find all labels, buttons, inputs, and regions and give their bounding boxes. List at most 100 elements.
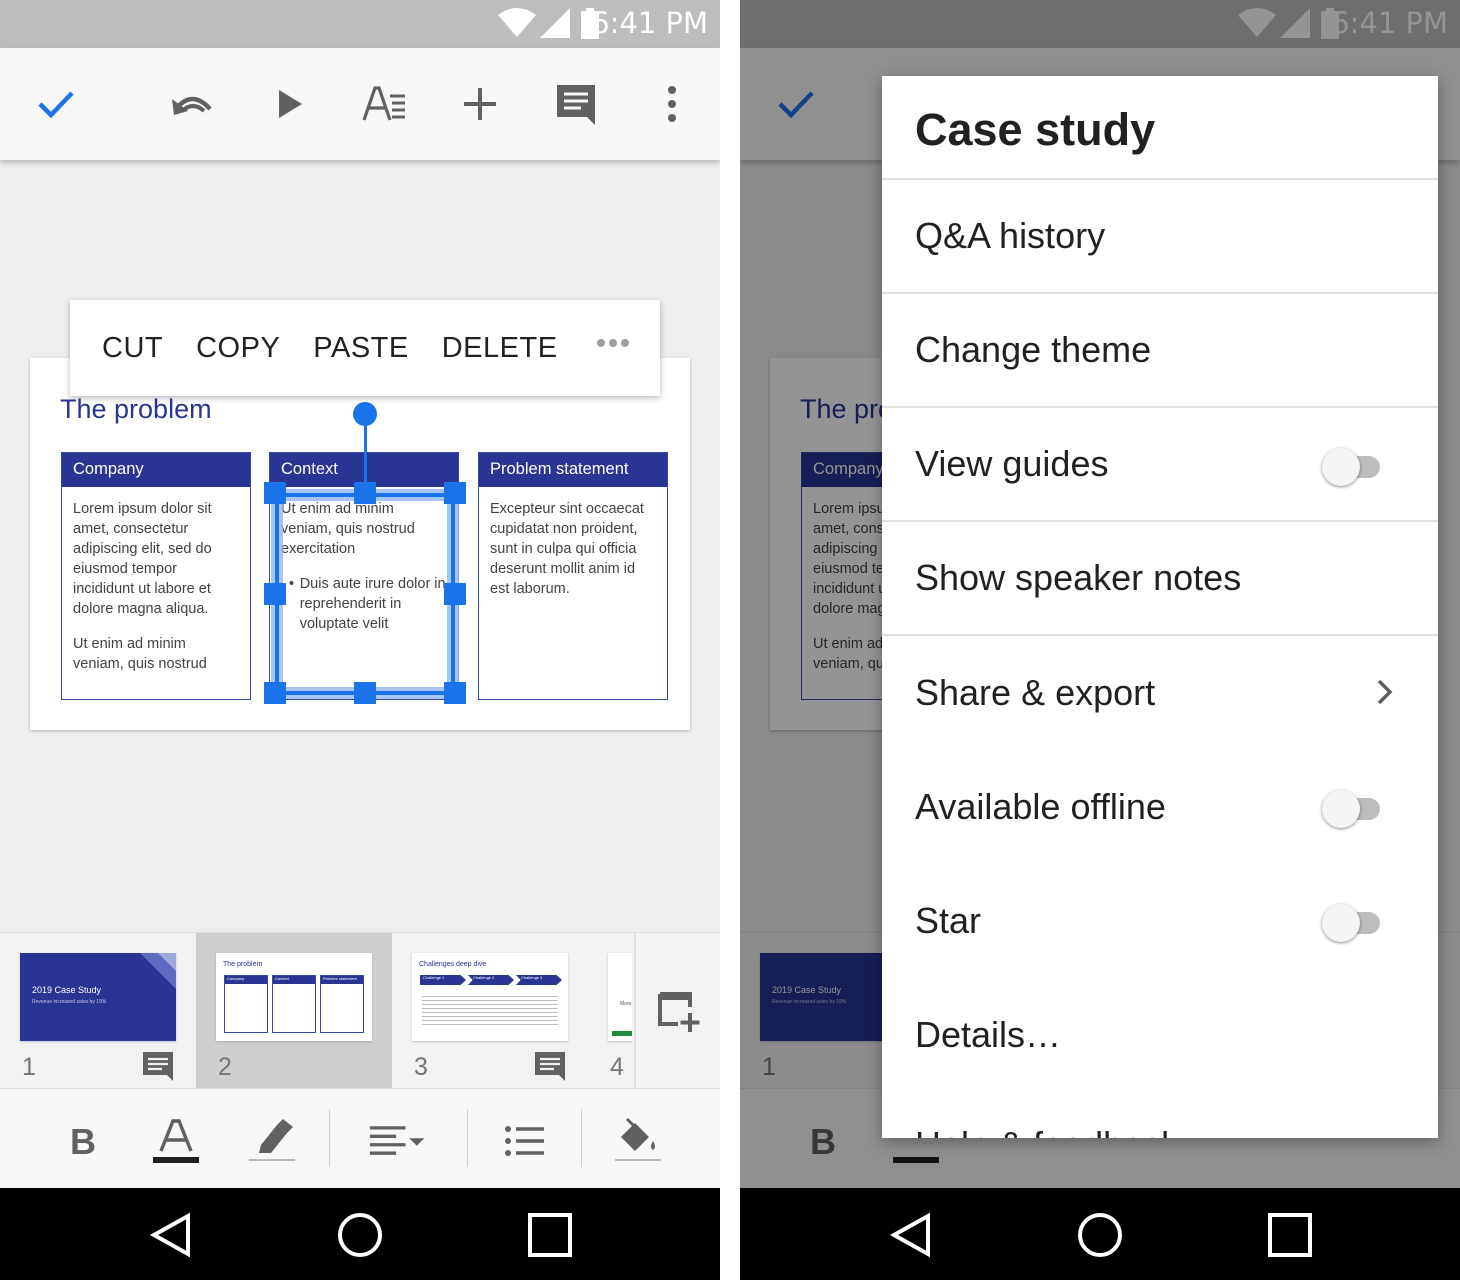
recents-button[interactable] <box>1260 1208 1320 1262</box>
thumbnail-text-lines <box>422 993 558 1027</box>
thumbnail-preview: More <box>608 953 632 1041</box>
menu-item-available-offline[interactable]: Available offline <box>882 750 1438 864</box>
editor-toolbar <box>0 48 720 160</box>
highlighter-icon <box>249 1119 295 1161</box>
slide-thumbnail-4[interactable]: More 4 <box>588 933 632 1089</box>
highlight-color-button[interactable] <box>242 1111 302 1171</box>
more-horizontal-icon[interactable] <box>596 338 630 348</box>
menu-item-qa-history[interactable]: Q&A history <box>882 180 1438 294</box>
overflow-menu-screen: 6:41 PM The problem Company Lorem ipsum … <box>740 0 1460 1280</box>
resize-handle-bottom-right[interactable] <box>444 682 466 704</box>
slide-thumbnail-3[interactable]: Challenges deep dive Challenge 1 Challen… <box>392 933 588 1089</box>
problem-statement-box[interactable]: Problem statement Excepteur sint occaeca… <box>478 452 668 700</box>
more-vertical-icon <box>668 86 676 122</box>
resize-handle-bottom[interactable] <box>354 682 376 704</box>
view-guides-toggle[interactable] <box>1322 448 1384 486</box>
menu-item-label: Q&A history <box>915 215 1106 256</box>
text-format-button[interactable] <box>360 80 408 128</box>
menu-item-show-speaker-notes[interactable]: Show speaker notes <box>882 522 1438 636</box>
overflow-menu: Case study Q&A history Change theme View… <box>882 76 1438 1138</box>
resize-handle-left[interactable] <box>264 583 286 605</box>
paste-menu-item[interactable]: PASTE <box>313 332 408 365</box>
menu-item-help-feedback[interactable]: Help & feedback <box>882 1092 1438 1138</box>
delete-menu-item[interactable]: DELETE <box>442 332 558 365</box>
resize-handle-top-left[interactable] <box>264 482 286 504</box>
resize-handle-top[interactable] <box>354 482 376 504</box>
available-offline-toggle[interactable] <box>1322 790 1384 828</box>
undo-icon <box>172 96 212 115</box>
toolbar-separator <box>581 1109 582 1167</box>
menu-item-details[interactable]: Details… <box>882 978 1438 1092</box>
align-button[interactable] <box>368 1111 428 1171</box>
toggle-knob <box>1322 448 1360 486</box>
svg-text:B: B <box>70 1125 96 1157</box>
fill-color-button[interactable] <box>608 1111 668 1171</box>
resize-handle-bottom-left[interactable] <box>264 682 286 704</box>
insert-button[interactable] <box>456 80 504 128</box>
menu-item-label: Available offline <box>915 786 1166 827</box>
toolbar-separator <box>329 1109 330 1167</box>
present-button[interactable] <box>266 80 314 128</box>
align-left-icon <box>369 1126 425 1155</box>
home-button[interactable] <box>1070 1208 1130 1262</box>
done-check-button[interactable] <box>32 80 80 128</box>
text-color-button[interactable] <box>146 1111 206 1171</box>
menu-item-change-theme[interactable]: Change theme <box>882 294 1438 408</box>
bold-button[interactable]: B <box>52 1111 112 1171</box>
menu-item-label: Help & feedback <box>915 1124 1179 1138</box>
undo-button[interactable] <box>168 80 216 128</box>
thumbnail-title: More <box>620 1001 632 1007</box>
thumbnail-preview: 2019 Case Study Revenue increased sales … <box>20 953 176 1041</box>
bold-icon: B <box>70 1125 96 1157</box>
status-time: 6:41 PM <box>591 6 708 40</box>
thumbnail-title: 2019 Case Study <box>32 985 102 995</box>
thumbnail-corner-graphic <box>140 953 176 989</box>
comment-icon <box>143 1052 173 1081</box>
comment-icon <box>535 1052 565 1081</box>
slide-number: 1 <box>22 1053 36 1081</box>
thumbnail-col-header: Company <box>225 976 267 984</box>
rotate-handle[interactable] <box>353 402 377 426</box>
add-slide-icon <box>658 992 700 1032</box>
more-options-button[interactable] <box>648 80 696 128</box>
menu-item-label: Star <box>915 900 982 941</box>
menu-item-share-export[interactable]: Share & export <box>882 636 1438 750</box>
format-toolbar: B <box>0 1088 720 1188</box>
slide-filmstrip: 2019 Case Study Revenue increased sales … <box>0 932 720 1089</box>
resize-handle-right[interactable] <box>444 583 466 605</box>
star-toggle[interactable] <box>1322 904 1384 942</box>
new-slide-button[interactable] <box>634 933 720 1089</box>
thumbnail-chevron: Challenge 3 <box>516 975 562 985</box>
copy-menu-item[interactable]: COPY <box>196 332 280 365</box>
bulleted-list-button[interactable] <box>494 1111 554 1171</box>
toggle-knob <box>1322 790 1360 828</box>
recents-square-icon <box>1268 1213 1312 1257</box>
resize-handle-top-right[interactable] <box>444 482 466 504</box>
home-button[interactable] <box>330 1208 390 1262</box>
comment-icon <box>557 85 595 125</box>
home-circle-icon <box>338 1213 382 1257</box>
cut-menu-item[interactable]: CUT <box>102 332 163 365</box>
comment-button[interactable] <box>552 80 600 128</box>
menu-item-view-guides[interactable]: View guides <box>882 408 1438 522</box>
company-box[interactable]: Company Lorem ipsum dolor sit amet, cons… <box>61 452 251 700</box>
thumbnail-chevron: Challenge 2 <box>468 975 514 985</box>
selection-frame[interactable] <box>264 402 468 708</box>
thumbnail-col-header: Context <box>273 976 315 984</box>
thumbnail-col: Context <box>272 975 316 1033</box>
menu-item-label: Details… <box>915 1014 1062 1055</box>
back-button[interactable] <box>140 1208 200 1262</box>
menu-item-star[interactable]: Star <box>882 864 1438 978</box>
box-paragraph: Lorem ipsum dolor sit amet, consectetur … <box>73 501 212 617</box>
thumbnail-col: Company <box>224 975 268 1033</box>
thumbnail-title: The problem <box>223 961 263 968</box>
text-context-menu: CUT COPY PASTE DELETE <box>70 300 660 396</box>
cellular-signal-icon <box>540 8 570 38</box>
fill-color-icon <box>615 1117 661 1161</box>
slide-thumbnail-1[interactable]: 2019 Case Study Revenue increased sales … <box>0 933 196 1089</box>
recents-button[interactable] <box>520 1208 580 1262</box>
thumbnail-chevron: Challenge 1 <box>420 975 466 985</box>
slide-thumbnail-2[interactable]: The problem Company Context Problem stat… <box>196 933 392 1089</box>
back-button[interactable] <box>880 1208 940 1262</box>
slide-title[interactable]: The problem <box>60 394 212 425</box>
